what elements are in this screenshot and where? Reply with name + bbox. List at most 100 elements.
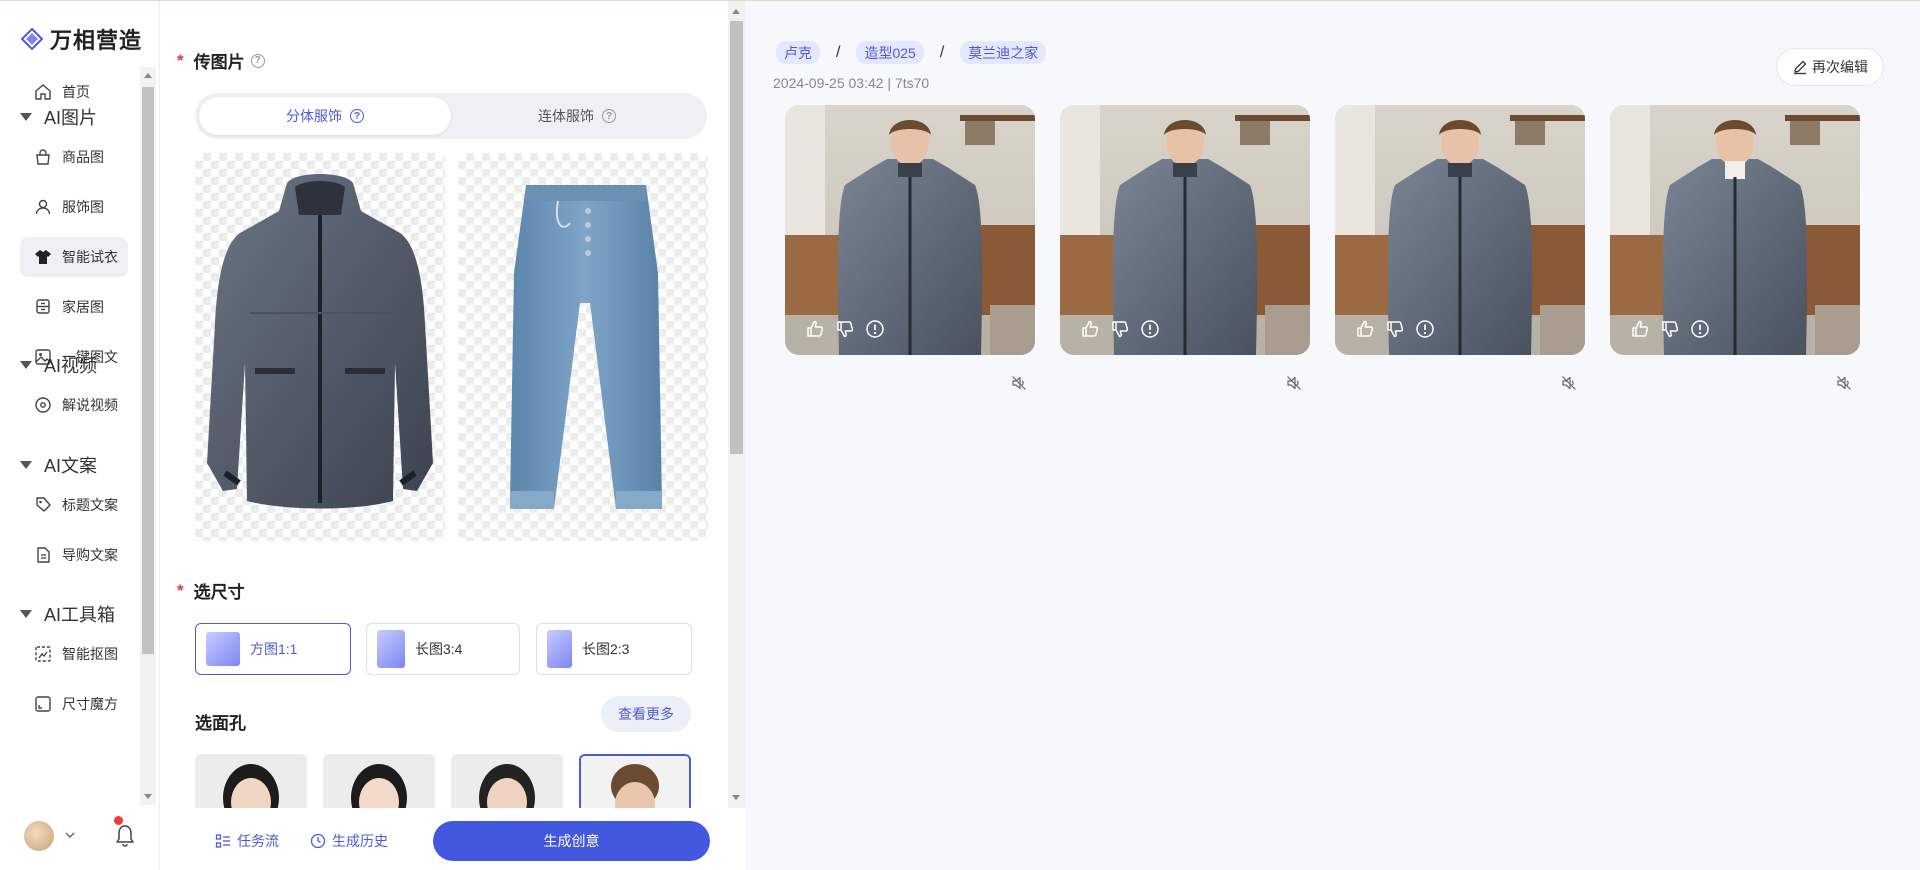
- tab-separate-garment[interactable]: 分体服饰 ?: [199, 97, 451, 135]
- tab-label: 分体服饰: [286, 108, 342, 124]
- result-image: [1610, 105, 1860, 355]
- face-option[interactable]: [451, 754, 563, 808]
- size-option-label: 长图2:3: [582, 641, 630, 657]
- report-icon[interactable]: [1690, 319, 1710, 339]
- task-flow-link[interactable]: 任务流: [215, 831, 279, 851]
- edit-again-button[interactable]: 再次编辑: [1776, 48, 1884, 86]
- sidebar-group-label: AI工具箱: [44, 605, 116, 625]
- sidebar-item-label: 家居图: [62, 299, 104, 315]
- thumbs-up-icon[interactable]: [805, 319, 825, 339]
- bell-icon[interactable]: [114, 823, 136, 847]
- mute-icon[interactable]: [1561, 375, 1577, 391]
- thumbs-up-icon[interactable]: [1080, 319, 1100, 339]
- result-image-card[interactable]: [1335, 105, 1585, 355]
- size-option-3-4[interactable]: 长图3:4: [366, 623, 520, 675]
- panel-scrollbar[interactable]: [728, 1, 745, 808]
- jacket-image: [207, 174, 433, 509]
- thumbs-up-icon[interactable]: [1355, 319, 1375, 339]
- sidebar-item-smart-cutout[interactable]: 智能抠图: [20, 634, 128, 674]
- sidebar-item-product-image[interactable]: 商品图: [20, 137, 128, 177]
- breadcrumb-separator: /: [939, 43, 945, 61]
- mute-icon[interactable]: [1286, 375, 1302, 391]
- resize-icon: [35, 696, 51, 712]
- sidebar-item-smart-tryon[interactable]: 智能试衣: [20, 237, 128, 277]
- tag-model[interactable]: 卢克: [776, 41, 820, 64]
- chevron-down-icon: [20, 461, 32, 469]
- sidebar-group-ai-toolbox[interactable]: AI工具箱: [20, 601, 115, 627]
- sidebar-item-shopping-guide-copy[interactable]: 导购文案: [20, 535, 128, 575]
- app-name: 万相营造: [50, 28, 143, 53]
- uploaded-image-jacket[interactable]: [195, 153, 445, 541]
- size-section-title: * 选尺寸: [177, 578, 245, 603]
- size-title: 选尺寸: [193, 583, 245, 602]
- result-image-card[interactable]: [1610, 105, 1860, 355]
- clock-icon: [310, 833, 326, 849]
- sidebar-group-label: AI视频: [44, 356, 98, 376]
- report-icon[interactable]: [1415, 319, 1435, 339]
- scroll-up-icon[interactable]: [732, 9, 740, 14]
- thumbs-down-icon[interactable]: [1385, 319, 1405, 339]
- size-option-2-3[interactable]: 长图2:3: [536, 623, 692, 675]
- sidebar-item-label: 首页: [62, 84, 90, 100]
- sidebar-item-label: 导购文案: [62, 547, 118, 563]
- face-option[interactable]: [323, 754, 435, 808]
- uploaded-image-jeans[interactable]: [458, 153, 708, 541]
- tag-scene[interactable]: 莫兰迪之家: [960, 41, 1047, 64]
- tab-label: 连体服饰: [538, 108, 594, 124]
- face-thumbnail: [581, 756, 689, 808]
- edit-icon: [1794, 60, 1807, 75]
- cutout-icon: [35, 646, 51, 662]
- thumbs-up-icon[interactable]: [1630, 319, 1650, 339]
- thumbs-down-icon[interactable]: [835, 319, 855, 339]
- size-option-label: 方图1:1: [250, 641, 298, 657]
- sidebar: 万相营造 首页 AI图片 商品图 服饰图 智能试衣 家居图 一键图文 AI视频 …: [0, 1, 160, 870]
- face-thumbnail: [451, 754, 563, 808]
- breadcrumb-separator: /: [836, 43, 841, 61]
- size-option-label: 长图3:4: [415, 641, 463, 657]
- sidebar-group-ai-copy[interactable]: AI文案: [20, 452, 97, 478]
- chevron-down-icon[interactable]: [64, 829, 76, 841]
- sidebar-item-title-copy[interactable]: 标题文案: [20, 485, 128, 525]
- scroll-up-icon[interactable]: [144, 73, 152, 78]
- logo[interactable]: 万相营造: [20, 23, 142, 55]
- sidebar-scrollbar[interactable]: [140, 67, 156, 805]
- thumbs-down-icon[interactable]: [1660, 319, 1680, 339]
- sidebar-item-narration-video[interactable]: 解说视频: [20, 385, 128, 425]
- scrollbar-thumb[interactable]: [142, 87, 154, 654]
- mute-icon[interactable]: [1836, 375, 1852, 391]
- history-link[interactable]: 生成历史: [310, 831, 388, 851]
- face-option-selected[interactable]: [579, 754, 691, 808]
- result-image-card[interactable]: [1060, 105, 1310, 355]
- avatar[interactable]: [24, 821, 54, 851]
- generate-button[interactable]: 生成创意: [433, 821, 710, 861]
- sidebar-item-size-cube[interactable]: 尺寸魔方: [20, 684, 128, 724]
- tab-onepiece-garment[interactable]: 连体服饰 ?: [451, 97, 703, 135]
- help-icon[interactable]: ?: [250, 53, 265, 68]
- view-more-button[interactable]: 查看更多: [601, 696, 691, 732]
- help-icon[interactable]: ?: [602, 109, 616, 123]
- thumbs-down-icon[interactable]: [1110, 319, 1130, 339]
- home-icon: [35, 84, 51, 100]
- face-title: 选面孔: [195, 714, 246, 733]
- sidebar-group-ai-image[interactable]: AI图片: [20, 104, 97, 130]
- feedback-actions: [1355, 319, 1435, 339]
- help-icon[interactable]: ?: [350, 109, 364, 123]
- sidebar-group-ai-video[interactable]: AI视频: [20, 352, 97, 378]
- scroll-down-icon[interactable]: [144, 794, 152, 799]
- size-option-square[interactable]: 方图1:1: [195, 623, 351, 675]
- disc-icon: [35, 397, 51, 413]
- logo-icon: [20, 27, 44, 51]
- mute-icon[interactable]: [1011, 375, 1027, 391]
- scroll-down-icon[interactable]: [732, 795, 740, 800]
- report-icon[interactable]: [1140, 319, 1160, 339]
- face-section-title: 选面孔: [195, 709, 246, 734]
- sidebar-item-apparel-image[interactable]: 服饰图: [20, 187, 128, 227]
- sidebar-item-home-image[interactable]: 家居图: [20, 287, 128, 327]
- tag-style[interactable]: 造型025: [856, 41, 924, 64]
- report-icon[interactable]: [865, 319, 885, 339]
- result-image-card[interactable]: [785, 105, 1035, 355]
- result-image: [785, 105, 1035, 355]
- scrollbar-thumb[interactable]: [730, 21, 743, 454]
- face-option[interactable]: [195, 754, 307, 808]
- sidebar-group-label: AI文案: [44, 456, 98, 476]
